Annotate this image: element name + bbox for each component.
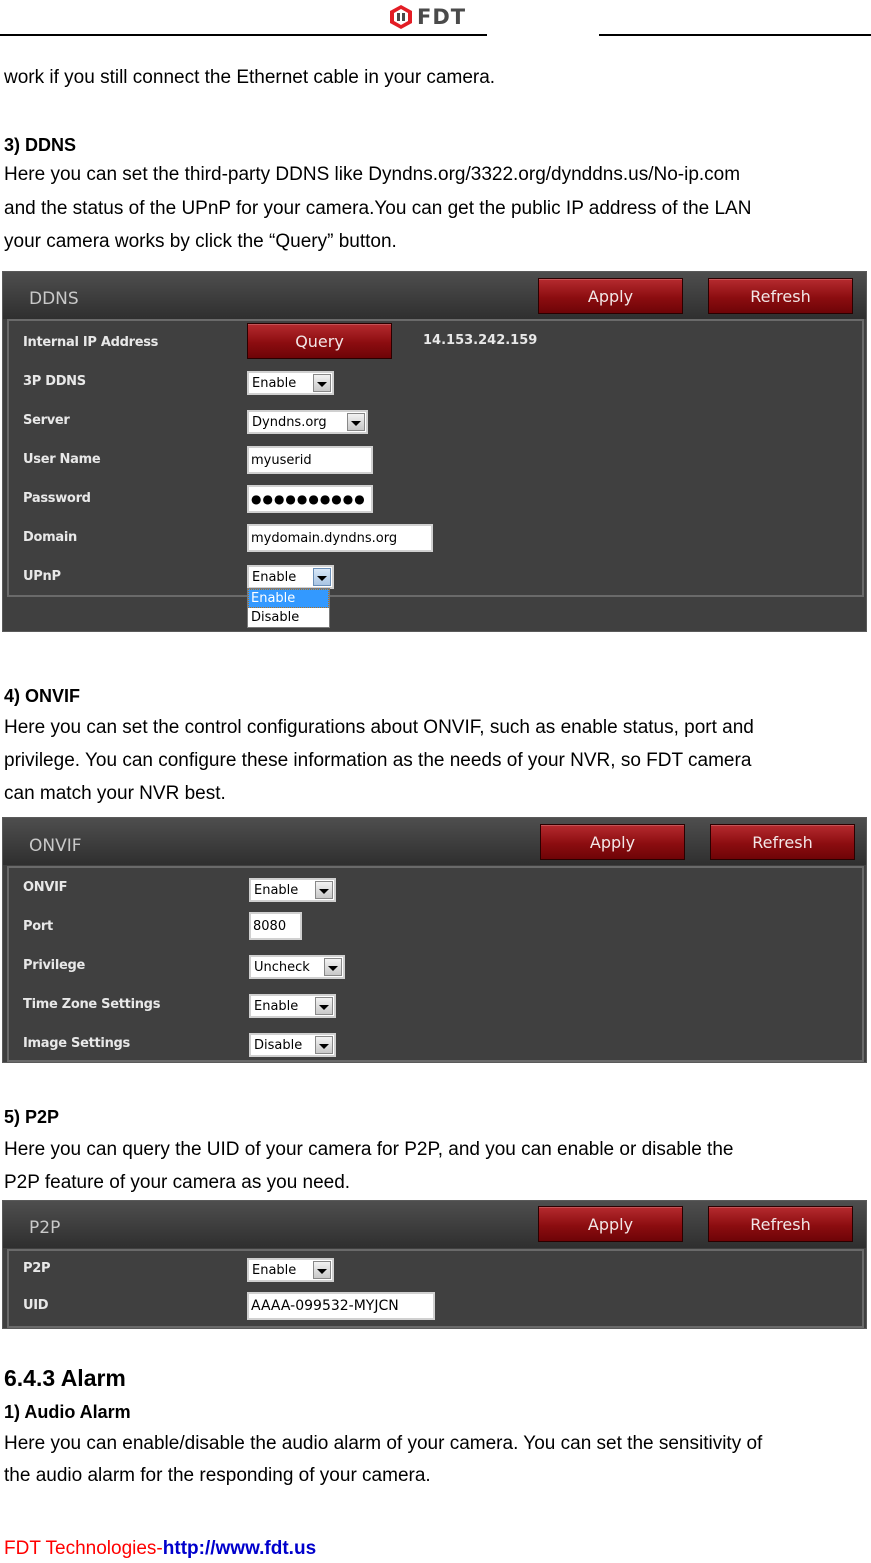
section-heading-ddns: 3) DDNS bbox=[4, 135, 77, 155]
panel-title: ONVIF bbox=[29, 836, 82, 856]
chevron-down-icon[interactable] bbox=[313, 374, 331, 392]
dropdown-option-disable[interactable]: Disable bbox=[248, 608, 329, 627]
body-text: work if you still connect the Ethernet c… bbox=[4, 67, 496, 88]
chevron-down-icon[interactable] bbox=[324, 958, 342, 976]
domain-label: Domain bbox=[23, 530, 77, 545]
3p-ddns-label: 3P DDNS bbox=[23, 374, 86, 389]
apply-button[interactable]: Apply bbox=[538, 278, 683, 314]
panel-body: ONVIF Enable Port 8080 Privilege Uncheck… bbox=[7, 866, 864, 1062]
onvif-panel: ONVIF Apply Refresh ONVIF Enable Port 80… bbox=[2, 817, 867, 1063]
body-text: and the status of the UPnP for your came… bbox=[4, 198, 752, 219]
body-text: Here you can enable/disable the audio al… bbox=[4, 1433, 763, 1454]
header-rule bbox=[0, 34, 487, 36]
body-text: your camera works by click the “Query” b… bbox=[4, 231, 397, 252]
section-heading-alarm: 6.4.3 Alarm bbox=[4, 1365, 126, 1391]
username-label: User Name bbox=[23, 452, 101, 467]
chevron-down-icon[interactable] bbox=[313, 1261, 331, 1279]
refresh-button[interactable]: Refresh bbox=[708, 1206, 853, 1242]
onvif-label: ONVIF bbox=[23, 880, 68, 895]
panel-title: DDNS bbox=[29, 289, 79, 309]
footer-url-link[interactable]: http://www.fdt.us bbox=[163, 1538, 316, 1559]
refresh-button[interactable]: Refresh bbox=[708, 278, 853, 314]
section-heading-onvif: 4) ONVIF bbox=[4, 686, 81, 706]
port-label: Port bbox=[23, 919, 53, 934]
uid-label: UID bbox=[23, 1298, 49, 1313]
panel-header: ONVIF Apply Refresh bbox=[3, 818, 866, 865]
logo-text: FDT bbox=[417, 5, 467, 29]
privilege-select[interactable]: Uncheck bbox=[249, 955, 345, 979]
upnp-label: UPnP bbox=[23, 569, 61, 584]
fdt-logo-icon bbox=[390, 5, 412, 29]
port-input[interactable]: 8080 bbox=[249, 912, 302, 940]
fdt-logo: FDT bbox=[389, 3, 466, 31]
username-input[interactable]: myuserid bbox=[247, 446, 373, 474]
chevron-down-icon[interactable] bbox=[315, 997, 333, 1015]
panel-body: P2P Enable UID AAAA-099532-MYJCN bbox=[7, 1249, 864, 1328]
body-text: Here you can set the control configurati… bbox=[4, 717, 754, 738]
internal-ip-value: 14.153.242.159 bbox=[423, 333, 538, 348]
body-text: Here you can set the third-party DDNS li… bbox=[4, 164, 741, 185]
dropdown-option-enable[interactable]: Enable bbox=[248, 589, 329, 608]
apply-button[interactable]: Apply bbox=[538, 1206, 683, 1242]
chevron-down-icon[interactable] bbox=[347, 413, 365, 431]
internal-ip-label: Internal IP Address bbox=[23, 335, 159, 350]
page-header: FDT bbox=[0, 0, 871, 38]
header-rule bbox=[599, 34, 871, 36]
panel-header: P2P Apply Refresh bbox=[3, 1201, 866, 1248]
server-select[interactable]: Dyndns.org bbox=[247, 410, 368, 434]
body-text: privilege. You can configure these infor… bbox=[4, 750, 752, 771]
privilege-label: Privilege bbox=[23, 958, 86, 973]
p2p-select[interactable]: Enable bbox=[247, 1258, 334, 1282]
subsection-heading-audio-alarm: 1) Audio Alarm bbox=[4, 1402, 131, 1422]
query-button[interactable]: Query bbox=[247, 323, 392, 359]
apply-button[interactable]: Apply bbox=[540, 824, 685, 860]
domain-input[interactable]: mydomain.dyndns.org bbox=[247, 524, 433, 552]
panel-header: DDNS Apply Refresh bbox=[3, 272, 866, 319]
refresh-button[interactable]: Refresh bbox=[710, 824, 855, 860]
p2p-label: P2P bbox=[23, 1261, 51, 1276]
chevron-down-icon[interactable] bbox=[315, 881, 333, 899]
chevron-down-icon[interactable] bbox=[313, 568, 331, 586]
body-text: P2P feature of your camera as you need. bbox=[4, 1172, 351, 1193]
chevron-down-icon[interactable] bbox=[315, 1036, 333, 1054]
image-settings-label: Image Settings bbox=[23, 1036, 130, 1051]
onvif-select[interactable]: Enable bbox=[249, 878, 336, 902]
timezone-select[interactable]: Enable bbox=[249, 994, 336, 1018]
3p-ddns-select[interactable]: Enable bbox=[247, 371, 334, 395]
server-label: Server bbox=[23, 413, 70, 428]
p2p-panel: P2P Apply Refresh P2P Enable UID AAAA-09… bbox=[2, 1200, 867, 1329]
panel-body: Internal IP Address Query 14.153.242.159… bbox=[7, 319, 864, 597]
panel-title: P2P bbox=[29, 1218, 61, 1238]
ddns-panel: DDNS Apply Refresh Internal IP Address Q… bbox=[2, 271, 867, 632]
section-heading-p2p: 5) P2P bbox=[4, 1107, 60, 1127]
body-text: Here you can query the UID of your camer… bbox=[4, 1139, 734, 1160]
body-text: the audio alarm for the responding of yo… bbox=[4, 1465, 431, 1486]
footer-company: FDT Technologies- bbox=[4, 1538, 163, 1559]
image-settings-select[interactable]: Disable bbox=[249, 1033, 336, 1057]
upnp-dropdown-list: Enable Disable bbox=[247, 588, 330, 628]
page-footer: FDT Technologies-http://www.fdt.us bbox=[4, 1538, 316, 1560]
uid-input[interactable]: AAAA-099532-MYJCN bbox=[247, 1292, 435, 1320]
body-text: can match your NVR best. bbox=[4, 783, 226, 804]
password-label: Password bbox=[23, 491, 91, 506]
timezone-label: Time Zone Settings bbox=[23, 997, 161, 1012]
upnp-select[interactable]: Enable bbox=[247, 565, 334, 589]
password-input[interactable]: ●●●●●●●●●● bbox=[247, 485, 373, 513]
